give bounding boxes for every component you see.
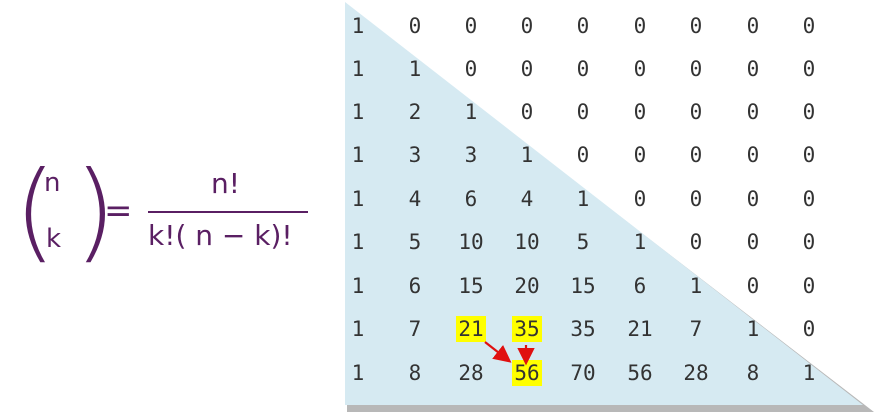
formula-denominator: k!( n − k)! bbox=[148, 219, 293, 252]
formula-fraction-bar bbox=[148, 211, 308, 213]
formula-bottom-k: k bbox=[46, 224, 62, 254]
sum-arrows bbox=[484, 341, 535, 366]
formula-numerator: n! bbox=[211, 167, 240, 200]
binomial-formula: ( n k ) = n! k!( n − k)! bbox=[14, 150, 314, 270]
formula-equals: = bbox=[104, 191, 133, 231]
formula-top-n: n bbox=[44, 168, 61, 198]
page: { "formula": { "paren_left": "(", "paren… bbox=[0, 0, 891, 419]
arrow-from-21 bbox=[484, 341, 512, 363]
